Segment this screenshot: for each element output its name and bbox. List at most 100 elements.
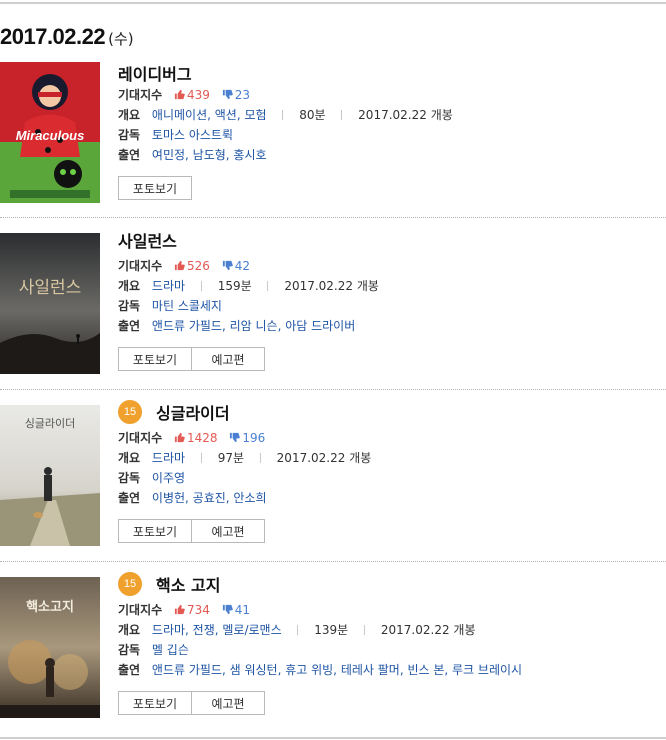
like-count[interactable]: 734 [174,603,214,617]
director-link[interactable]: 이주영 [152,471,185,485]
cast-label: 출연 [118,491,141,505]
cast-link[interactable]: 이병헌, 공효진, 안소희 [152,491,267,505]
summary-label: 개요 [118,108,141,122]
movie-title[interactable]: 싱글라이더 [156,400,230,424]
movie-item: 사일런스 사일런스 기대지수 526 42 개요 드라마 159분 2017.0… [0,232,666,383]
thumbs-up-icon [174,89,185,100]
runtime: 80분 [299,108,326,122]
thumbs-down-icon [222,604,233,615]
title-row: 사일런스 [118,229,177,251]
expectation-label: 기대지수 [118,259,163,273]
svg-text:사일런스: 사일런스 [19,278,82,298]
genre-link[interactable]: 드라마 [152,279,185,293]
movie-item: Miraculous 레이디버그 기대지수 439 23 개요 애니메이션, 액… [0,62,666,212]
cast-row: 출연 이병헌, 공효진, 안소희 [118,489,267,507]
like-count[interactable]: 439 [174,88,214,102]
director-row: 감독 멜 깁슨 [118,641,189,659]
release-date-header: 2017.02.22 (수) [0,22,134,52]
expectation-label: 기대지수 [118,88,163,102]
expectation-row: 기대지수 526 42 [118,257,250,275]
like-count-value: 439 [187,88,210,102]
movie-poster[interactable]: 싱글라이더 [0,405,100,546]
runtime: 139분 [314,623,349,637]
director-link[interactable]: 토마스 아스트뤽 [152,128,233,142]
age-rating-badge: 15 [118,572,142,596]
photo-button[interactable]: 포토보기 [118,176,192,200]
cast-label: 출연 [118,319,141,333]
movie-divider [0,561,666,562]
dislike-count[interactable]: 41 [222,603,250,617]
thumbs-down-icon [230,432,241,443]
release-date: 2017.02.22 [0,24,106,49]
release-weekday: (수) [108,30,134,48]
title-row: 15 핵소 고지 [118,572,220,596]
separator [364,625,366,635]
trailer-button[interactable]: 예고편 [191,347,265,371]
movie-poster[interactable]: 핵소고지 [0,577,100,718]
release-info: 2017.02.22 개봉 [276,451,372,465]
like-count-value: 526 [187,259,210,273]
like-count-value: 734 [187,603,210,617]
movie-divider [0,389,666,390]
genre-link[interactable]: 드라마 [152,451,185,465]
movie-title[interactable]: 사일런스 [118,228,177,252]
director-link[interactable]: 마틴 스콜세지 [152,299,222,313]
summary-row: 개요 드라마, 전쟁, 멜로/로맨스 139분 2017.02.22 개봉 [118,621,476,639]
photo-button[interactable]: 포토보기 [118,691,192,715]
cast-row: 출연 여민정, 남도형, 홍시호 [118,146,267,164]
trailer-button[interactable]: 예고편 [191,519,265,543]
genre-link[interactable]: 드라마, 전쟁, 멜로/로맨스 [152,623,282,637]
director-label: 감독 [118,299,141,313]
like-count[interactable]: 1428 [174,431,221,445]
expectation-row: 기대지수 734 41 [118,601,250,619]
release-info: 2017.02.22 개봉 [380,623,476,637]
dislike-count[interactable]: 42 [222,259,250,273]
expectation-label: 기대지수 [118,431,163,445]
trailer-button[interactable]: 예고편 [191,691,265,715]
movie-title[interactable]: 핵소 고지 [156,572,220,596]
movie-poster[interactable]: 사일런스 [0,233,100,374]
like-count[interactable]: 526 [174,259,214,273]
dislike-count-value: 23 [234,88,251,102]
release-info: 2017.02.22 개봉 [358,108,453,122]
runtime: 159분 [217,279,252,293]
expectation-row: 기대지수 439 23 [118,86,250,104]
summary-row: 개요 애니메이션, 액션, 모험 80분 2017.02.22 개봉 [118,106,453,124]
movie-poster[interactable]: Miraculous [0,62,100,203]
thumbs-up-icon [174,432,185,443]
dislike-count[interactable]: 196 [229,431,265,445]
summary-label: 개요 [118,623,141,637]
expectation-label: 기대지수 [118,603,163,617]
cast-row: 출연 앤드류 가필드, 샘 워싱턴, 휴고 위빙, 테레사 팔머, 빈스 본, … [118,661,522,679]
action-buttons: 포토보기 예고편 [118,347,265,371]
separator [267,281,269,291]
director-link[interactable]: 멜 깁슨 [152,643,189,657]
separator [282,110,284,120]
separator [341,110,343,120]
genre-link[interactable]: 애니메이션, 액션, 모험 [152,108,267,122]
expectation-row: 기대지수 1428 196 [118,429,265,447]
age-rating-badge: 15 [118,400,142,424]
separator [297,625,299,635]
director-label: 감독 [118,643,141,657]
action-buttons: 포토보기 [118,176,192,200]
director-label: 감독 [118,471,141,485]
thumbs-up-icon [174,604,185,615]
photo-button[interactable]: 포토보기 [118,347,192,371]
cast-row: 출연 앤드류 가필드, 리암 니슨, 아담 드라이버 [118,317,355,335]
dislike-count-value: 41 [234,603,251,617]
movie-item: 핵소고지 15 핵소 고지 기대지수 734 41 개요 드라마, 전쟁, 멜로… [0,572,666,727]
separator [200,281,202,291]
bottom-border [0,737,666,739]
movie-item: 싱글라이더 15 싱글라이더 기대지수 1428 196 개요 드라마 97분 … [0,400,666,555]
movie-divider [0,217,666,218]
cast-link[interactable]: 앤드류 가필드, 샘 워싱턴, 휴고 위빙, 테레사 팔머, 빈스 본, 루크 … [152,663,522,677]
photo-button[interactable]: 포토보기 [118,519,192,543]
movie-title[interactable]: 레이디버그 [118,61,192,85]
action-buttons: 포토보기 예고편 [118,519,265,543]
separator [259,453,261,463]
dislike-count[interactable]: 23 [222,88,250,102]
svg-text:핵소고지: 핵소고지 [26,599,74,615]
cast-link[interactable]: 여민정, 남도형, 홍시호 [152,148,267,162]
cast-link[interactable]: 앤드류 가필드, 리암 니슨, 아담 드라이버 [152,319,355,333]
